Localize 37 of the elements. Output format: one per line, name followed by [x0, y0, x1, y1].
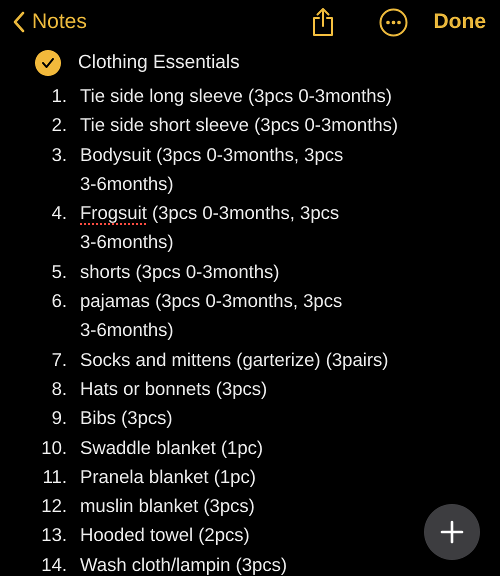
list-item-text: shorts (3pcs 0-3months)	[80, 260, 280, 284]
list-number: 5.	[50, 260, 67, 284]
checkbox[interactable]	[35, 50, 61, 76]
list-number: 8.	[50, 376, 67, 401]
plus-icon	[440, 520, 464, 544]
list-item-text: Swaddle blanket (1pc)	[80, 436, 264, 460]
list-number: 14.	[40, 552, 67, 576]
share-icon[interactable]	[310, 7, 334, 37]
back-button[interactable]: Notes	[12, 10, 87, 34]
done-button[interactable]: Done	[434, 10, 486, 34]
list-number: 12.	[40, 494, 67, 518]
list-number: 11.	[42, 464, 67, 489]
list-number: 7.	[50, 348, 67, 372]
list-item-text: Hats or bonnets (3pcs)	[80, 376, 268, 401]
list-item-text: Hooded towel (2pcs)	[80, 523, 250, 548]
checklist-title: Clothing Essentials	[78, 52, 240, 74]
list-item-text: Tie side short sleeve (3pcs 0-3months)	[80, 113, 398, 138]
more-icon[interactable]	[378, 8, 408, 36]
list-item-text: Pranela blanket (1pc)	[80, 464, 256, 489]
list-item-text: Frogsuit (3pcs 0-3months, 3pcs 3-6months)	[80, 201, 340, 254]
list-item-text: Bodysuit (3pcs 0-3months, 3pcs 3-6months)	[80, 142, 344, 196]
list-number: 6.	[50, 289, 67, 314]
list-item-text: muslin blanket (3pcs)	[80, 494, 255, 518]
checkmark-icon	[41, 56, 55, 68]
list-item-text: Wash cloth/lampin (3pcs)	[80, 552, 287, 576]
list-item-text: Bibs (3pcs)	[80, 406, 173, 430]
list-number: 3.	[50, 142, 67, 167]
list-number: 10.	[40, 436, 67, 460]
list-number: 13.	[40, 523, 67, 548]
list-item-text: pajamas (3pcs 0-3months, 3pcs 3-6months)	[80, 289, 342, 342]
list-number: 1.	[50, 84, 67, 108]
chevron-left-icon	[12, 11, 26, 33]
list-number: 4.	[50, 201, 67, 226]
list-item-text: Tie side long sleeve (3pcs 0-3months)	[80, 84, 392, 108]
list-number: 2.	[50, 113, 67, 138]
list-item-text: Socks and mittens (garterize) (3pairs)	[80, 348, 388, 372]
list-number: 9.	[50, 406, 67, 430]
